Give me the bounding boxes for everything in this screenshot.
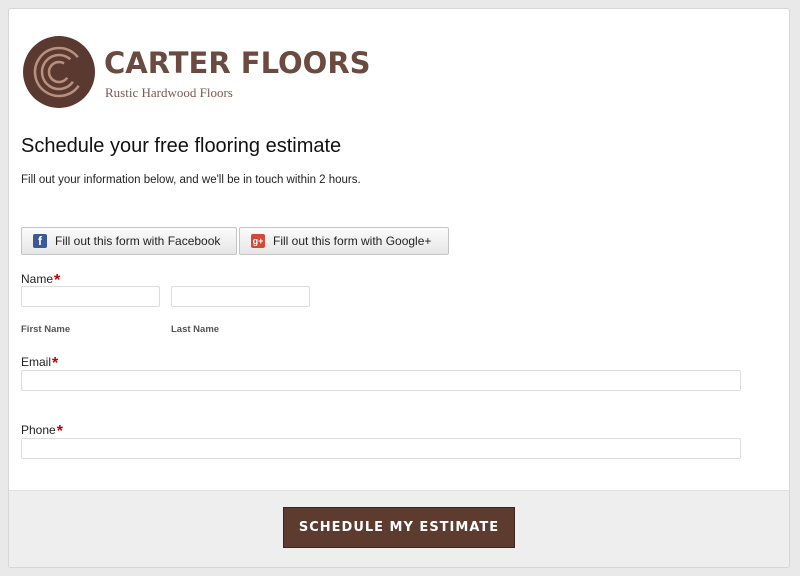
facebook-button-label: Fill out this form with Facebook <box>55 234 221 248</box>
facebook-icon: f <box>33 234 47 248</box>
email-label-text: Email <box>21 355 52 369</box>
phone-label-text: Phone <box>21 423 56 437</box>
estimate-form-card: CARTER FLOORS Rustic Hardwood Floors Sch… <box>8 8 790 568</box>
google-plus-icon: g+ <box>251 234 265 248</box>
last-name-input[interactable] <box>171 286 310 307</box>
last-name-sublabel: Last Name <box>171 324 220 335</box>
form-footer: SCHEDULE MY ESTIMATE <box>9 490 789 567</box>
carter-floors-logo <box>23 36 95 108</box>
schedule-estimate-button[interactable]: SCHEDULE MY ESTIMATE <box>283 507 515 548</box>
logo-c-mark-icon <box>33 46 85 98</box>
email-input[interactable] <box>21 370 741 391</box>
brand-tagline: Rustic Hardwood Floors <box>105 85 233 100</box>
google-plus-button-label: Fill out this form with Google+ <box>273 234 432 248</box>
brand-name: CARTER FLOORS <box>104 46 371 80</box>
name-label-text: Name <box>21 272 54 286</box>
page-title: Schedule your free flooring estimate <box>21 135 342 157</box>
first-name-sublabel: First Name <box>21 324 71 335</box>
form-intro-text: Fill out your information below, and we'… <box>21 174 361 186</box>
google-plus-autofill-button[interactable]: g+ Fill out this form with Google+ <box>239 227 449 255</box>
facebook-autofill-button[interactable]: f Fill out this form with Facebook <box>21 227 237 255</box>
phone-input[interactable] <box>21 438 741 459</box>
first-name-input[interactable] <box>21 286 160 307</box>
